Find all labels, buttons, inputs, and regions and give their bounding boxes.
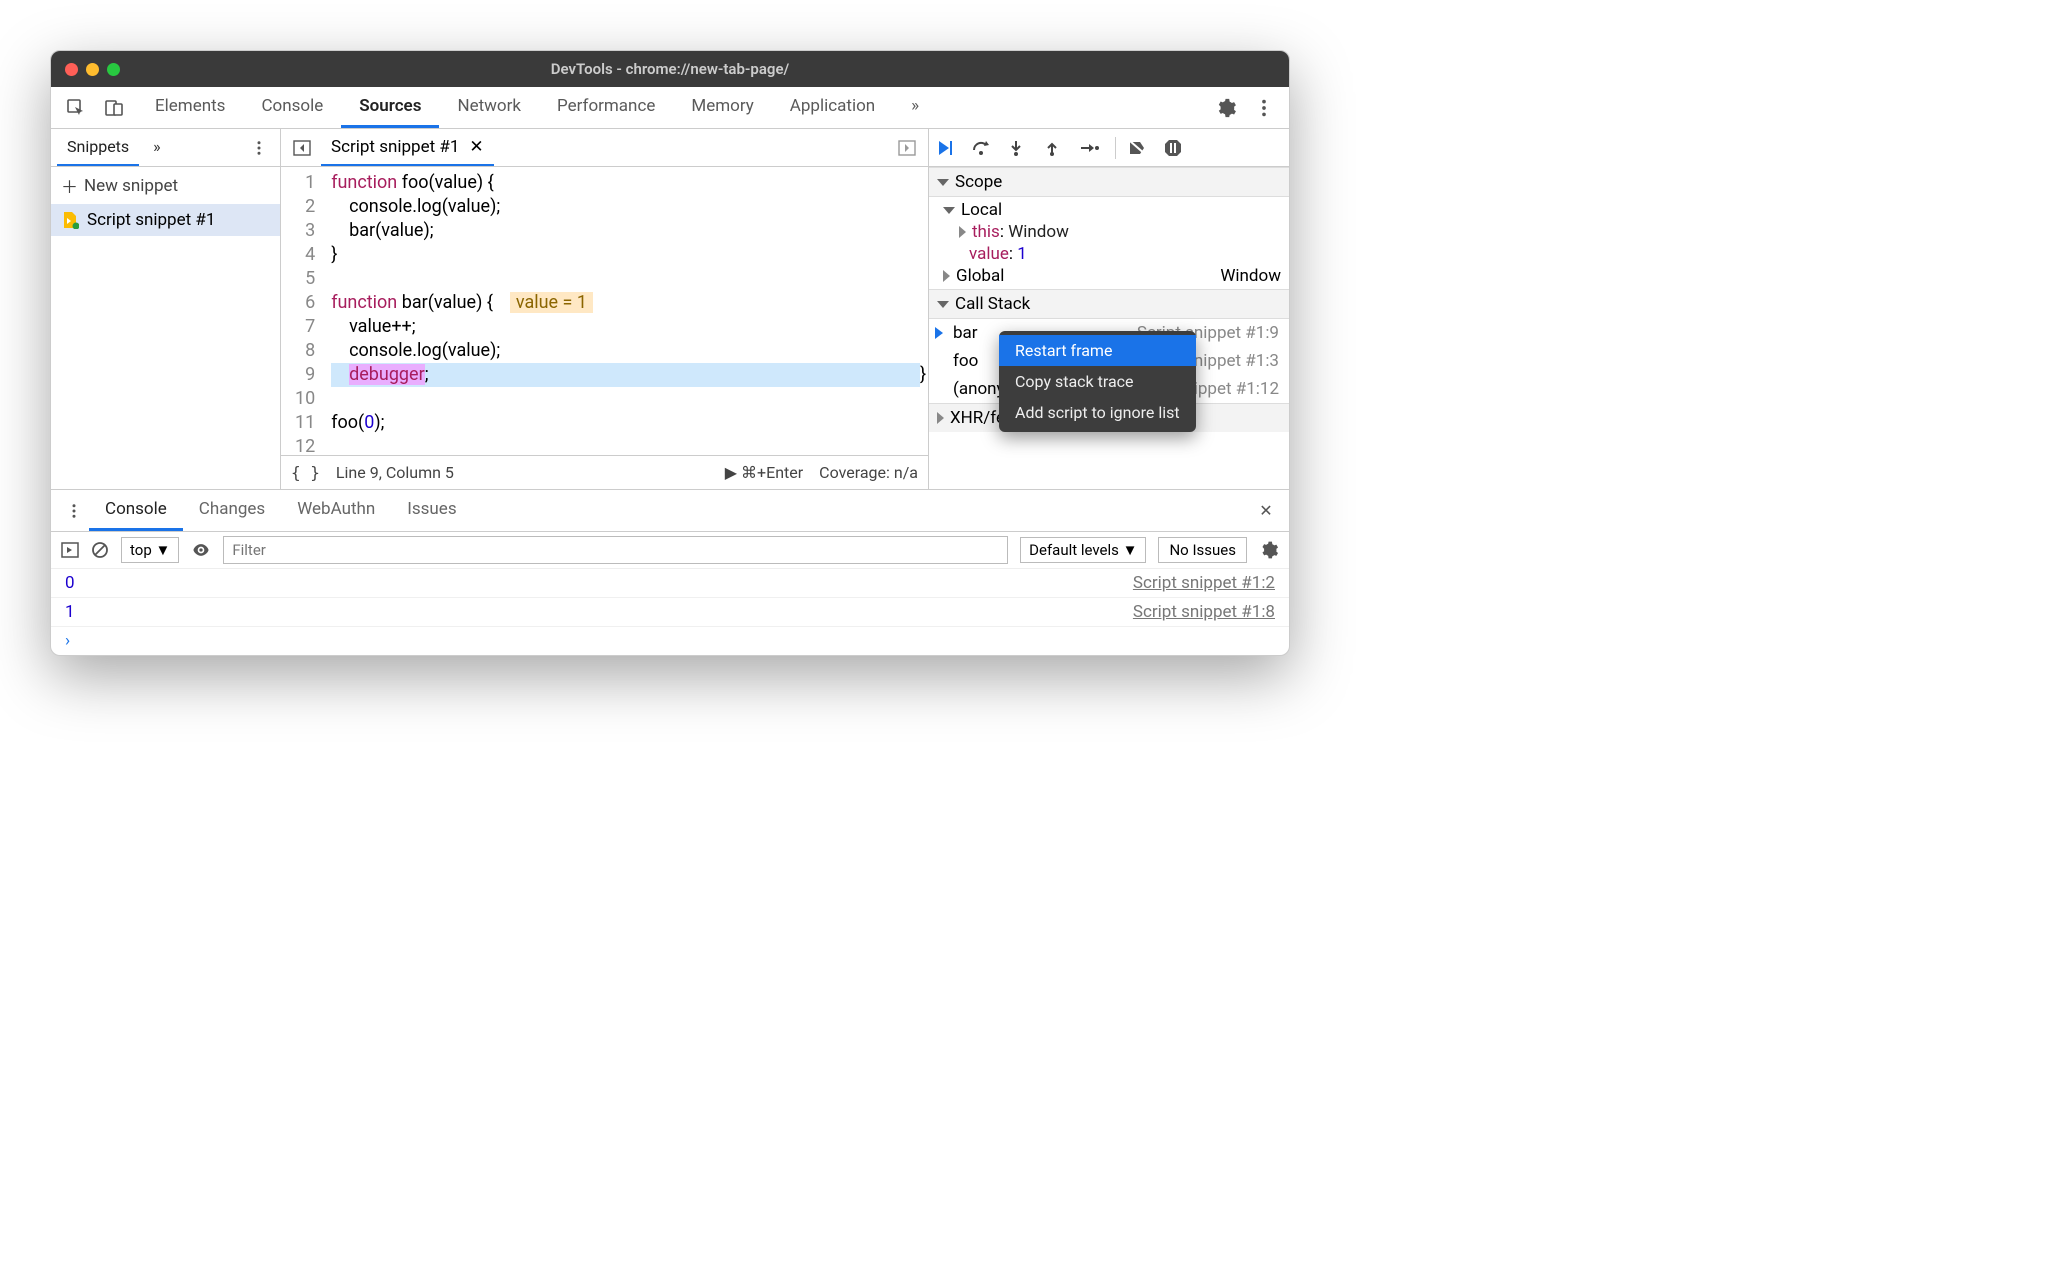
scope-value-row[interactable]: value: 1 [929,243,1289,265]
snippet-file-icon [61,211,79,229]
scope-local-row[interactable]: Local [929,199,1289,221]
device-toggle-icon[interactable] [99,93,129,123]
run-snippet-button[interactable]: ▶ ⌘+Enter [725,463,803,482]
new-snippet-button[interactable]: ＋ New snippet [51,167,280,204]
expand-icon [937,412,944,424]
console-toolbar: top ▼ Default levels ▼ No Issues [51,532,1289,569]
tab-sources[interactable]: Sources [341,87,439,128]
snippet-item[interactable]: Script snippet #1 [51,204,280,236]
step-into-button[interactable] [1007,139,1031,157]
scope-section-header[interactable]: Scope [929,167,1289,197]
resume-button[interactable] [935,138,959,158]
sidebar-tabs: Snippets » [51,129,280,167]
console-body: 0 Script snippet #1:2 1 Script snippet #… [51,569,1289,655]
tab-network[interactable]: Network [439,87,539,128]
drawer-tab-changes[interactable]: Changes [183,490,281,531]
tab-elements[interactable]: Elements [137,87,243,128]
clear-console-icon[interactable] [91,541,109,559]
log-levels-select[interactable]: Default levels ▼ [1020,537,1146,563]
deactivate-breakpoints-button[interactable] [1128,139,1152,157]
step-button[interactable] [1079,139,1103,157]
close-tab-icon[interactable]: ✕ [469,137,483,157]
editor-tabs: Script snippet #1 ✕ [281,129,928,167]
editor-tab[interactable]: Script snippet #1 ✕ [321,129,494,166]
expand-icon [959,226,966,238]
tab-memory[interactable]: Memory [673,87,771,128]
inline-value-badge: value = 1 [510,292,593,313]
context-item-ignore-list[interactable]: Add script to ignore list [999,397,1196,428]
drawer: Console Changes WebAuthn Issues ✕ top ▼ … [51,489,1289,655]
main-toolbar: Elements Console Sources Network Perform… [51,87,1289,129]
tab-application[interactable]: Application [772,87,893,128]
scope-body: Local this: Window value: 1 Global Windo… [929,197,1289,289]
main-area: Snippets » ＋ New snippet Script snippet … [51,129,1289,489]
panel-tabs: Elements Console Sources Network Perform… [137,87,1203,128]
tabs-overflow-icon[interactable]: » [893,87,937,128]
toggle-debugger-icon[interactable] [892,133,922,163]
inspect-element-icon[interactable] [61,93,91,123]
scope-global-row[interactable]: Global Window [929,265,1289,287]
debugger-panel: Scope Local this: Window value: 1 Global… [929,129,1289,489]
settings-icon[interactable] [1211,93,1241,123]
navigator-sidebar: Snippets » ＋ New snippet Script snippet … [51,129,281,489]
pause-on-exceptions-button[interactable] [1164,139,1188,157]
console-filter-input[interactable] [223,536,1008,564]
step-out-button[interactable] [1043,139,1067,157]
plus-icon: ＋ [61,173,78,198]
editor-tab-label: Script snippet #1 [331,137,459,157]
context-item-restart-frame[interactable]: Restart frame [999,335,1196,366]
expand-icon [937,179,949,186]
drawer-tab-console[interactable]: Console [89,490,183,531]
editor-area: Script snippet #1 ✕ 12345678910111213 fu… [281,129,929,489]
code-body[interactable]: function foo(value) { console.log(value)… [323,167,928,455]
context-menu: Restart frame Copy stack trace Add scrip… [999,331,1196,432]
expand-icon [937,301,949,308]
minimize-window-button[interactable] [86,63,99,76]
execution-context-select[interactable]: top ▼ [121,537,179,563]
console-prompt[interactable]: › [51,627,1289,655]
tab-console[interactable]: Console [243,87,341,128]
devtools-window: DevTools - chrome://new-tab-page/ Elemen… [50,50,1290,656]
toggle-navigator-icon[interactable] [287,133,317,163]
sidebar-more-icon[interactable] [244,133,274,163]
window-titlebar: DevTools - chrome://new-tab-page/ [51,51,1289,87]
console-log-row[interactable]: 0 Script snippet #1:2 [51,569,1289,598]
code-editor[interactable]: 12345678910111213 function foo(value) { … [281,167,928,455]
snippet-item-label: Script snippet #1 [87,210,215,230]
drawer-tabs: Console Changes WebAuthn Issues ✕ [51,490,1289,532]
sidebar-tab-snippets[interactable]: Snippets [57,129,139,166]
traffic-lights [65,63,120,76]
close-window-button[interactable] [65,63,78,76]
line-gutter: 12345678910111213 [281,167,323,455]
tab-performance[interactable]: Performance [539,87,673,128]
maximize-window-button[interactable] [107,63,120,76]
scope-this-row[interactable]: this: Window [929,221,1289,243]
callstack-section-header[interactable]: Call Stack [929,289,1289,319]
close-drawer-icon[interactable]: ✕ [1251,496,1281,526]
more-icon[interactable] [1249,93,1279,123]
console-settings-icon[interactable] [1259,540,1279,560]
context-item-copy-stack-trace[interactable]: Copy stack trace [999,366,1196,397]
coverage-status: Coverage: n/a [819,463,918,482]
drawer-tab-webauthn[interactable]: WebAuthn [281,490,391,531]
editor-status-bar: { } Line 9, Column 5 ▶ ⌘+Enter Coverage:… [281,455,928,489]
window-title: DevTools - chrome://new-tab-page/ [51,60,1289,78]
new-snippet-label: New snippet [84,176,178,196]
expand-icon [943,270,950,282]
sidebar-tabs-overflow-icon[interactable]: » [143,129,171,166]
cursor-position: Line 9, Column 5 [336,463,454,482]
drawer-tab-issues[interactable]: Issues [391,490,472,531]
drawer-more-icon[interactable] [59,496,89,526]
debugger-controls [929,129,1289,167]
expand-icon [943,207,955,214]
step-over-button[interactable] [971,138,995,158]
console-sidebar-toggle-icon[interactable] [61,541,79,559]
issues-button[interactable]: No Issues [1158,537,1247,563]
format-code-icon[interactable]: { } [291,463,320,482]
console-log-row[interactable]: 1 Script snippet #1:8 [51,598,1289,627]
log-source-link[interactable]: Script snippet #1:2 [1133,573,1275,593]
live-expression-icon[interactable] [191,540,211,560]
log-source-link[interactable]: Script snippet #1:8 [1133,602,1275,622]
